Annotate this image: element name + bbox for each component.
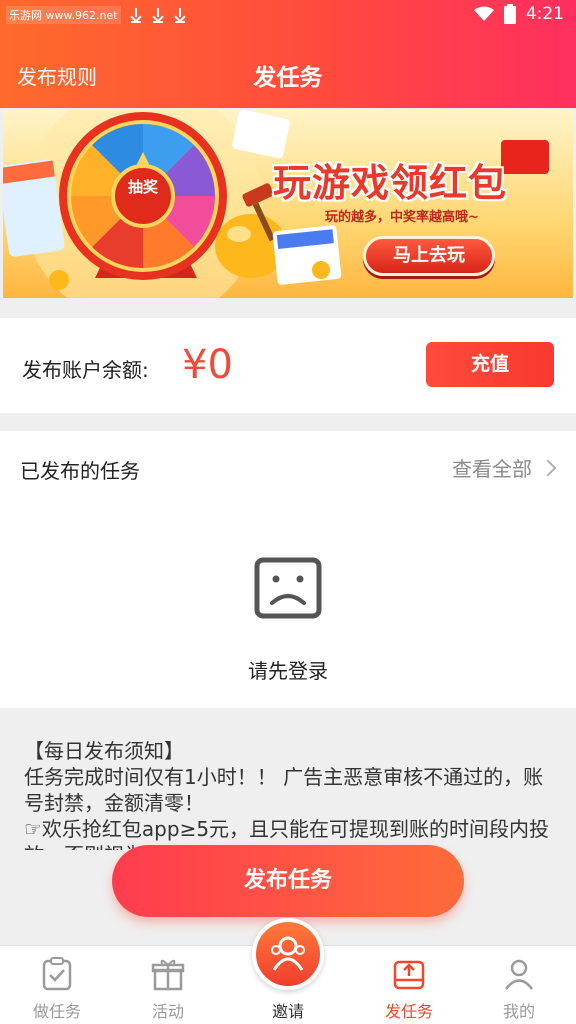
invite-button[interactable]: [252, 918, 324, 990]
notice-content: 【每日发布须知】 任务完成时间仅有1小时！！ 广告主恶意审核不通过的，账号封禁，…: [24, 738, 559, 850]
status-right: 4:21: [473, 4, 564, 24]
notice-heading: 【每日发布须知】: [24, 739, 184, 763]
balance-value: ¥0: [182, 342, 233, 388]
publish-task-button[interactable]: 发布任务: [112, 845, 464, 917]
tab-label: 活动: [151, 1002, 184, 1021]
invite-label: 邀请: [271, 1002, 304, 1021]
published-tasks-title: 已发布的任务: [20, 459, 140, 483]
page-title: 发任务: [253, 65, 323, 91]
download-icon: [173, 8, 187, 23]
download-icon: [151, 8, 165, 23]
balance-card: 发布账户余额: ¥0 充值: [0, 318, 576, 413]
people-icon: [271, 936, 305, 971]
gift-icon: [151, 959, 185, 991]
wheel-center-label: 抽奖: [127, 178, 158, 196]
notice-line-1: 任务完成时间仅有1小时！！ 广告主恶意审核不通过的，账号封禁，金额清零！: [24, 765, 544, 815]
status-source-text: 乐游网 www.962.net: [6, 6, 121, 24]
published-tasks-card: 已发布的任务 查看全部 请先登录: [0, 431, 576, 708]
please-login-text: 请先登录: [248, 659, 328, 683]
tab-mine[interactable]: 我的: [464, 946, 574, 1024]
tab-label: 发任务: [384, 1002, 433, 1021]
status-bar: 乐游网 www.962.net 4:21: [0, 0, 576, 30]
status-left: 乐游网 www.962.net: [6, 6, 187, 24]
download-icon: [129, 8, 143, 23]
clipboard-check-icon: [42, 957, 72, 991]
tab-activity[interactable]: 活动: [113, 946, 223, 1024]
wifi-icon: [473, 6, 494, 21]
banner-subtitle: 玩的越多，中奖率越高哦~: [325, 210, 479, 225]
status-time: 4:21: [525, 4, 564, 24]
promo-banner[interactable]: 抽奖 玩游戏领红包 玩的越多，中奖率越高哦~ 马上去玩: [3, 110, 573, 298]
user-icon: [505, 959, 533, 990]
header: 发布规则 发任务: [0, 44, 576, 104]
upload-task-icon: [393, 960, 425, 990]
sad-face-icon: [254, 557, 322, 619]
recharge-button[interactable]: 充值: [426, 342, 554, 387]
view-all-link[interactable]: 查看全部: [452, 453, 557, 482]
banner-title: 玩游戏领红包: [273, 161, 508, 205]
balance-label: 发布账户余额:: [22, 358, 149, 382]
tab-do-tasks[interactable]: 做任务: [2, 946, 112, 1024]
view-all-label: 查看全部: [452, 457, 532, 481]
tab-label: 我的: [502, 1002, 535, 1021]
daily-notice: 【每日发布须知】 任务完成时间仅有1小时！！ 广告主恶意审核不通过的，账号封禁，…: [0, 710, 576, 850]
battery-icon: [503, 4, 516, 24]
tab-publish-task[interactable]: 发任务: [354, 946, 464, 1024]
tab-label: 做任务: [32, 1002, 81, 1021]
chevron-right-icon: [539, 459, 557, 476]
banner-play-button[interactable]: 马上去玩: [363, 236, 495, 276]
